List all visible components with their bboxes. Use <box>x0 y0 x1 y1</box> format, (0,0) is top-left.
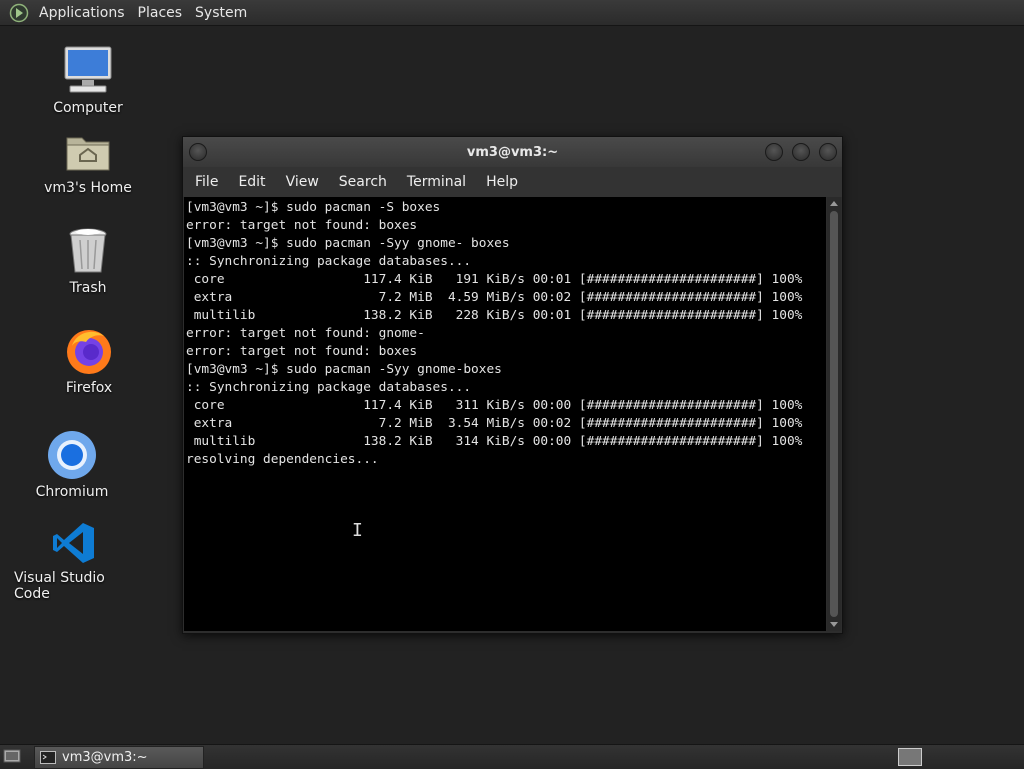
terminal-line: resolving dependencies... <box>186 452 379 467</box>
desktop-icon-trash[interactable]: Trash <box>28 226 148 296</box>
desktop-icon-label: Visual Studio Code <box>14 570 105 602</box>
terminal-line: error: target not found: boxes <box>186 344 418 359</box>
terminal-line: extra 7.2 MiB 3.54 MiB/s 00:02 [########… <box>186 416 803 431</box>
desktop-icon-firefox[interactable]: Firefox <box>29 326 149 396</box>
trash-icon <box>69 228 107 273</box>
distro-logo-icon[interactable] <box>9 3 29 23</box>
terminal-line: core 117.4 KiB 191 KiB/s 00:01 [########… <box>186 272 803 287</box>
desktop-icon-computer[interactable]: Computer <box>28 44 148 116</box>
terminal-line: [vm3@vm3 ~]$ sudo pacman -Syy gnome- box… <box>186 236 510 251</box>
menu-terminal[interactable]: Terminal <box>397 174 476 190</box>
show-desktop-icon[interactable] <box>3 748 21 764</box>
top-panel: Applications Places System <box>0 0 1024 26</box>
menu-view[interactable]: View <box>276 174 329 190</box>
scroll-down-icon[interactable] <box>830 622 838 627</box>
taskbar-button-label: vm3@vm3:~ <box>62 750 148 765</box>
menu-help[interactable]: Help <box>476 174 528 190</box>
window-titlebar[interactable]: vm3@vm3:~ <box>183 137 842 167</box>
terminal-text: [vm3@vm3 ~]$ sudo pacman -S boxes error: … <box>184 197 826 469</box>
ibeam-cursor-icon: I <box>352 520 363 541</box>
desktop-icon-label: Chromium <box>35 484 109 500</box>
taskbar-button-terminal[interactable]: vm3@vm3:~ <box>34 746 204 769</box>
desktop-icon-chromium[interactable]: Chromium <box>12 430 132 500</box>
desktop-icon-home[interactable]: vm3's Home <box>28 128 148 196</box>
minimize-button[interactable] <box>765 143 783 161</box>
terminal-line: [vm3@vm3 ~]$ sudo pacman -Syy gnome-boxe… <box>186 362 502 377</box>
home-folder-icon <box>66 137 110 171</box>
terminal-line: :: Synchronizing package databases... <box>186 380 472 395</box>
desktop-icon-label: Firefox <box>65 380 113 396</box>
terminal-line: extra 7.2 MiB 4.59 MiB/s 00:02 [########… <box>186 290 803 305</box>
terminal-line: multilib 138.2 KiB 314 KiB/s 00:00 [####… <box>186 434 803 449</box>
workspace-switcher[interactable] <box>898 748 922 766</box>
terminal-line: error: target not found: gnome- <box>186 326 425 341</box>
terminal-window: vm3@vm3:~ File Edit View Search Terminal… <box>182 136 843 634</box>
applications-menu[interactable]: Applications <box>33 5 132 21</box>
desktop-icon-label: Computer <box>53 100 123 116</box>
maximize-button[interactable] <box>792 143 810 161</box>
firefox-icon <box>67 330 111 374</box>
terminal-line: core 117.4 KiB 311 KiB/s 00:00 [########… <box>186 398 803 413</box>
desktop-icon-label: Trash <box>69 280 107 296</box>
terminal-line: multilib 138.2 KiB 228 KiB/s 00:01 [####… <box>186 308 803 323</box>
places-menu[interactable]: Places <box>132 5 190 21</box>
close-button[interactable] <box>819 143 837 161</box>
system-menu[interactable]: System <box>189 5 254 21</box>
menu-search[interactable]: Search <box>329 174 397 190</box>
menu-edit[interactable]: Edit <box>228 174 275 190</box>
window-menu-button[interactable] <box>189 143 207 161</box>
desktop-icon-label: vm3's Home <box>44 180 132 196</box>
computer-icon <box>64 46 112 93</box>
terminal-scrollbar[interactable] <box>827 197 841 631</box>
vscode-icon <box>53 523 94 563</box>
terminal-line: error: target not found: boxes <box>186 218 418 233</box>
terminal-line: [vm3@vm3 ~]$ sudo pacman -S boxes <box>186 200 441 215</box>
terminal-output[interactable]: [vm3@vm3 ~]$ sudo pacman -S boxes error: … <box>184 197 826 631</box>
bottom-panel: vm3@vm3:~ <box>0 744 1024 769</box>
window-title: vm3@vm3:~ <box>466 144 559 160</box>
chromium-icon <box>48 431 96 479</box>
scroll-up-icon[interactable] <box>830 201 838 206</box>
menu-file[interactable]: File <box>185 174 228 190</box>
terminal-line: :: Synchronizing package databases... <box>186 254 472 269</box>
desktop-icon-vscode[interactable]: Visual Studio Code <box>14 520 134 602</box>
terminal-icon <box>40 751 56 764</box>
scroll-thumb[interactable] <box>830 211 838 617</box>
window-menubar: File Edit View Search Terminal Help <box>183 167 842 197</box>
